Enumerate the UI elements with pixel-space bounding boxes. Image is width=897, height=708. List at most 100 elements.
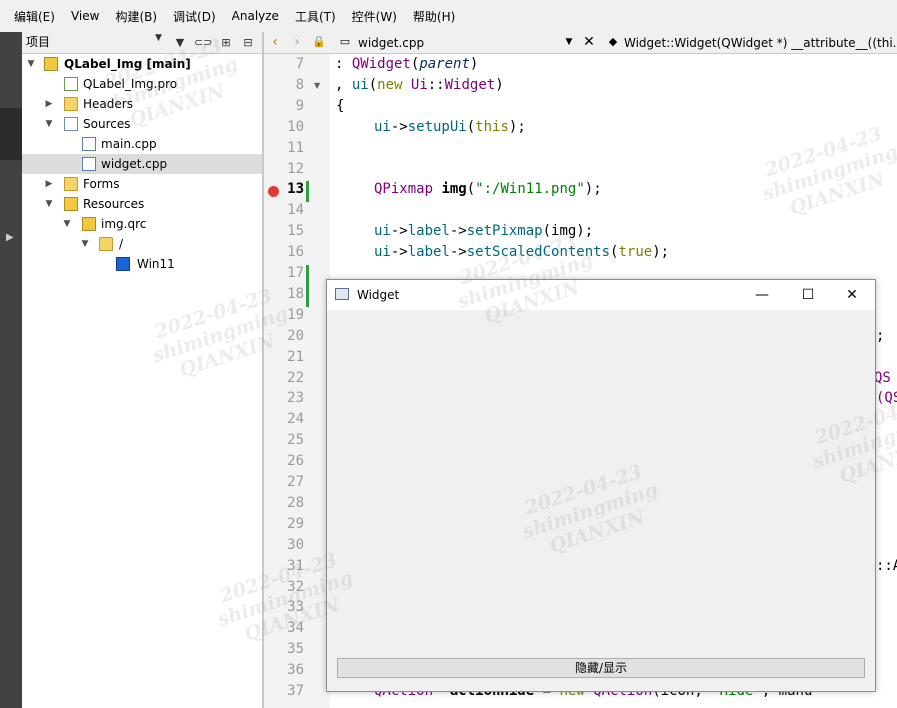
code-token: ; <box>876 327 885 344</box>
menu-debug[interactable]: 调试(D) <box>165 8 224 25</box>
menu-analyze[interactable]: Analyze <box>224 9 287 23</box>
cpp-file-icon: ▭ <box>339 35 351 48</box>
maximize-button[interactable]: ☐ <box>785 280 831 310</box>
line-number[interactable]: 25 <box>264 432 304 448</box>
line-number[interactable]: 16 <box>264 244 304 260</box>
line-number[interactable]: 26 <box>264 453 304 469</box>
minimize-button[interactable]: — <box>739 280 785 310</box>
code-token: ":/Win11.png" <box>475 181 585 198</box>
line-number[interactable]: 37 <box>264 683 304 699</box>
code-line[interactable]: ; <box>876 328 884 344</box>
menu-edit[interactable]: 编辑(E) <box>6 8 63 25</box>
fold-arrow-icon[interactable]: ▼ <box>314 81 320 90</box>
line-number[interactable]: 36 <box>264 662 304 678</box>
line-number[interactable]: 12 <box>264 161 304 177</box>
close-file-icon[interactable]: ✕ <box>580 33 598 51</box>
line-number[interactable]: 28 <box>264 495 304 511</box>
line-number[interactable]: 35 <box>264 641 304 657</box>
project-view-combo[interactable]: 项目 <box>22 34 167 51</box>
tree-item-label: Resources <box>83 197 145 211</box>
line-number[interactable]: 14 <box>264 202 304 218</box>
code-token: -> <box>390 223 408 240</box>
tree-item-main-cpp[interactable]: main.cpp <box>22 134 262 154</box>
tree-item-label: Win11 <box>137 257 175 271</box>
line-number[interactable]: 30 <box>264 537 304 553</box>
collapse-arrow-icon[interactable]: ▼ <box>61 214 73 234</box>
close-button[interactable]: ✕ <box>829 280 875 310</box>
code-line[interactable]: { <box>336 98 344 114</box>
modified-line-marker <box>306 181 309 203</box>
line-number[interactable]: 17 <box>264 265 304 281</box>
code-token: Ui <box>410 76 428 93</box>
menu-build[interactable]: 构建(B) <box>107 8 165 25</box>
menu-view[interactable]: View <box>63 9 107 23</box>
tree-item-label: img.qrc <box>101 217 147 231</box>
collapse-arrow-icon[interactable]: ▼ <box>43 194 55 214</box>
menu-controls[interactable]: 控件(W) <box>344 8 405 25</box>
line-number[interactable]: 15 <box>264 223 304 239</box>
line-number[interactable]: 10 <box>264 119 304 135</box>
line-number[interactable]: 9 <box>264 98 304 114</box>
code-token: -> <box>390 118 408 135</box>
file-combo-dropdown-icon[interactable]: ▼ <box>560 33 578 51</box>
tree-item-root-prefix[interactable]: ▼ / <box>22 234 262 254</box>
combo-dropdown-icon[interactable]: ▼ <box>155 33 162 43</box>
tree-item-resources[interactable]: ▼ Resources <box>22 194 262 214</box>
code-line[interactable]: , ui(new Ui::Widget) <box>335 77 504 93</box>
forward-arrow-icon[interactable]: › <box>288 33 306 51</box>
code-line[interactable]: QPixmap img(":/Win11.png"); <box>374 181 602 197</box>
code-token: ) <box>469 56 479 72</box>
pro-file-icon <box>64 77 78 91</box>
folder-icon <box>99 237 113 251</box>
symbol-combo[interactable]: Widget::Widget(QWidget *) __attribute__(… <box>624 34 897 52</box>
tree-item-label: / <box>119 237 124 251</box>
cpp-file-icon <box>82 137 96 151</box>
widget-titlebar[interactable]: Widget — ☐ ✕ <box>327 280 875 310</box>
symbol-icon: ◆ <box>608 35 618 48</box>
code-token: ui <box>374 118 391 135</box>
code-line[interactable]: ::A <box>876 558 897 574</box>
line-number[interactable]: 29 <box>264 516 304 532</box>
tree-item-forms[interactable]: ▶ Forms <box>22 174 262 194</box>
collapse-arrow-icon[interactable]: ▼ <box>25 54 37 74</box>
back-arrow-icon[interactable]: ‹ <box>266 33 284 51</box>
line-number[interactable]: 22 <box>264 370 304 386</box>
code-token: setupUi <box>407 118 467 135</box>
code-token: QS <box>874 369 891 386</box>
modified-line-marker <box>306 265 309 286</box>
code-token: -> <box>449 223 467 240</box>
code-line[interactable]: : QWidget(parent) <box>335 56 478 72</box>
line-number[interactable]: 24 <box>264 411 304 427</box>
code-line[interactable]: QS <box>874 370 891 386</box>
toggle-visibility-button[interactable]: 隐藏/显示 <box>337 658 865 678</box>
code-token: : <box>335 56 352 72</box>
code-token: setPixmap <box>466 223 543 240</box>
expand-arrow-icon[interactable]: ▶ <box>43 174 55 194</box>
tree-item-win11[interactable]: Win11 <box>22 254 262 274</box>
line-number[interactable]: 7 <box>264 56 304 72</box>
code-token: -> <box>390 244 408 261</box>
line-number[interactable]: 8 <box>264 77 304 93</box>
line-number[interactable]: 23 <box>264 390 304 406</box>
code-token: ui <box>351 76 369 93</box>
tree-item-label: widget.cpp <box>101 157 168 171</box>
menu-tools[interactable]: 工具(T) <box>287 8 344 25</box>
active-mode-button[interactable] <box>0 108 22 160</box>
tree-item-img-qrc[interactable]: ▼ img.qrc <box>22 214 262 234</box>
expand-arrow-icon[interactable]: ▶ <box>6 232 14 243</box>
code-token: QWidget <box>351 56 411 72</box>
open-file-combo[interactable]: widget.cpp <box>358 34 424 52</box>
close-pane-icon[interactable]: ⊟ <box>240 35 256 51</box>
collapse-arrow-icon[interactable]: ▼ <box>79 234 91 254</box>
menu-help[interactable]: 帮助(H) <box>405 8 463 25</box>
tree-item-widget-cpp[interactable]: widget.cpp <box>22 154 262 174</box>
line-number[interactable]: 11 <box>264 140 304 156</box>
code-token: , <box>335 76 352 93</box>
resources-folder-icon <box>64 197 78 211</box>
expand-arrow-icon[interactable]: ▶ <box>43 94 55 114</box>
collapse-arrow-icon[interactable]: ▼ <box>43 114 55 134</box>
code-line[interactable]: ui->setupUi(this); <box>374 119 526 135</box>
image-icon <box>116 257 130 271</box>
menu-bar: 编辑(E) View 构建(B) 调试(D) Analyze 工具(T) 控件(… <box>0 0 897 32</box>
line-number[interactable]: 27 <box>264 474 304 490</box>
